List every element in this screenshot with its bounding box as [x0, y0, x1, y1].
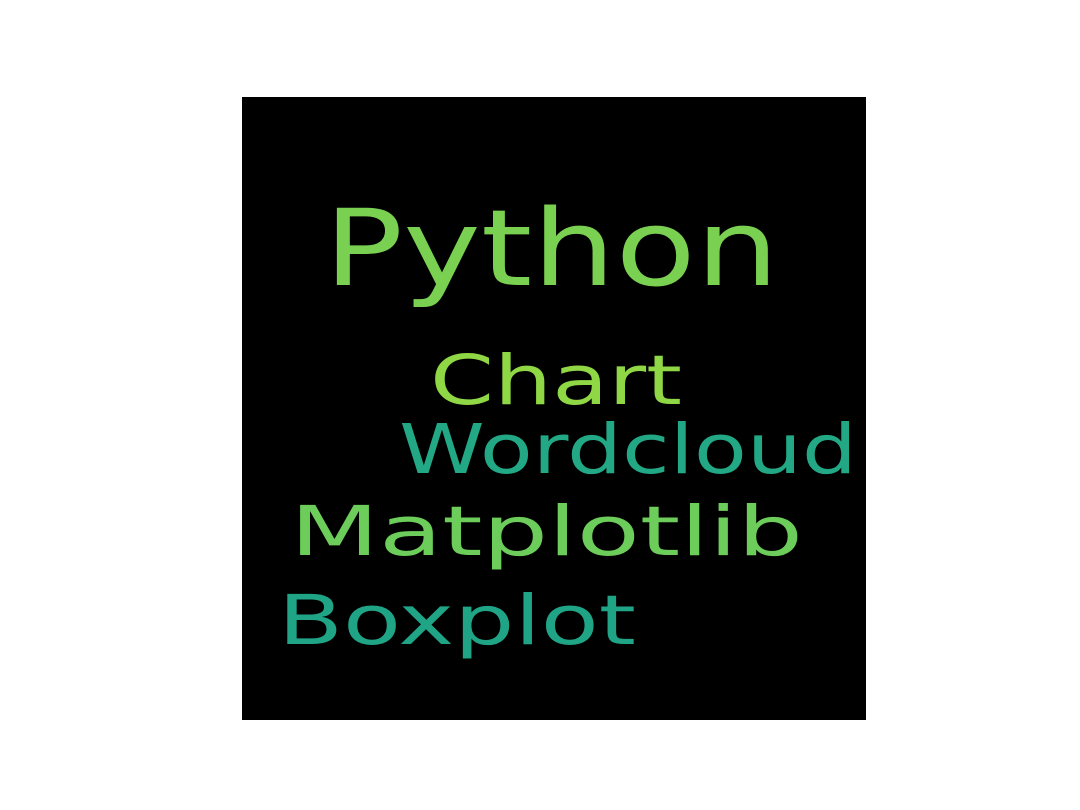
wordcloud-canvas: Python ChartWordcloudMatplotlib Boxplot: [242, 97, 866, 720]
figure: Python Chart Wordcloud Matplotlib Boxplot: [0, 0, 1080, 810]
word-python: Python: [324, 187, 779, 310]
word-matplotlib: Matplotlib: [290, 492, 803, 572]
word-boxplot: Boxplot: [278, 581, 636, 661]
word-chart: Chart: [430, 341, 682, 421]
wordcloud-panel: Python Chart Wordcloud Matplotlib Boxplot: [242, 97, 866, 720]
word-wordcloud: Wordcloud: [399, 410, 857, 490]
